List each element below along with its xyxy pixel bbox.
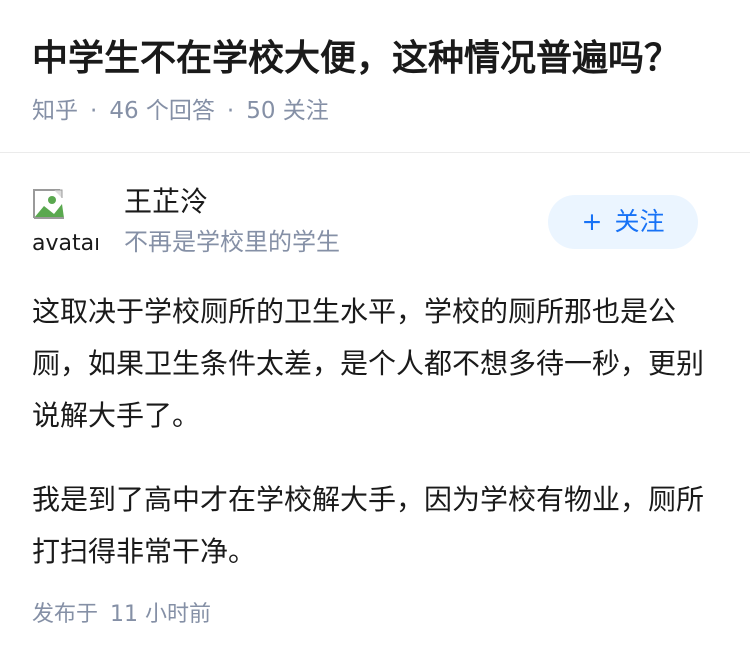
follower-count[interactable]: 50 关注 <box>246 98 329 124</box>
publish-time-value: 11 小时前 <box>110 602 212 627</box>
answer-paragraph: 这取决于学校厕所的卫生水平，学校的厕所那也是公厕，如果卫生条件太差，是个人都不想… <box>32 295 705 432</box>
answer-count[interactable]: 46 个回答 <box>109 98 215 124</box>
author-bio: 不再是学校里的学生 <box>124 228 340 256</box>
question-meta: 知乎 · 46 个回答 · 50 关注 <box>32 96 329 126</box>
follow-label: 关注 <box>614 207 665 236</box>
author-name[interactable]: 王芷泠 <box>124 184 208 220</box>
plus-icon: + <box>581 207 603 236</box>
author-row: avatar 王芷泠 不再是学校里的学生 + 关注 <box>0 178 750 268</box>
follow-button[interactable]: + 关注 <box>548 195 698 249</box>
avatar-alt-text: avatar <box>32 231 98 255</box>
answer-content: 这取决于学校厕所的卫生水平，学校的厕所那也是公厕，如果卫生条件太差，是个人都不想… <box>32 286 712 610</box>
separator-dot: · <box>226 98 235 124</box>
publish-prefix: 发布于 <box>32 602 99 627</box>
source-label[interactable]: 知乎 <box>32 98 78 124</box>
separator-dot: · <box>90 98 98 124</box>
answer-paragraph: 我是到了高中才在学校解大手，因为学校有物业，厕所打扫得非常干净。 <box>32 483 705 568</box>
avatar[interactable]: avatar <box>32 188 98 254</box>
question-title[interactable]: 中学生不在学校大便，这种情况普遍吗？ <box>32 36 680 82</box>
question-header: 中学生不在学校大便，这种情况普遍吗？ 知乎 · 46 个回答 · 50 关注 <box>0 0 750 153</box>
publish-time: 发布于 11 小时前 <box>32 600 211 630</box>
